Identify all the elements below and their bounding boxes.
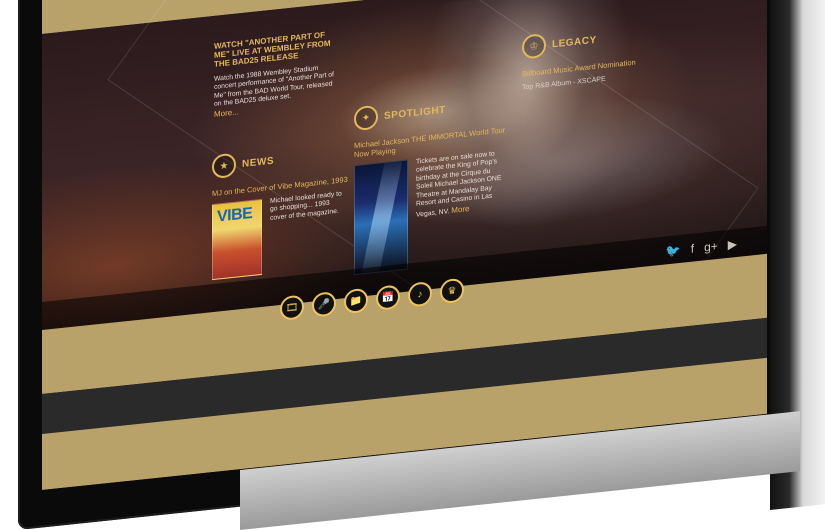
calendar-icon[interactable]: 📅 bbox=[376, 284, 400, 311]
news-icon: ★ bbox=[212, 152, 236, 180]
poster-light-beam bbox=[361, 161, 403, 274]
legacy-label[interactable]: LEGACY bbox=[552, 34, 597, 50]
music-note-icon[interactable]: ♪ bbox=[408, 281, 432, 308]
google-plus-icon[interactable]: g+ bbox=[704, 239, 718, 254]
youtube-icon[interactable]: ▶ bbox=[728, 237, 737, 252]
film-icon[interactable]: 🎞 bbox=[280, 294, 304, 321]
legacy-icon: ♔ bbox=[522, 33, 546, 60]
crown-icon[interactable]: ♛ bbox=[440, 277, 464, 305]
spotlight-blurb: Tickets are on sale now to celebrate the… bbox=[416, 149, 506, 268]
news-label[interactable]: NEWS bbox=[242, 155, 274, 169]
magazine-title: VIBE bbox=[217, 204, 253, 226]
spotlight-more-link[interactable]: More bbox=[451, 204, 469, 215]
microphone-icon[interactable]: 🎤 bbox=[312, 291, 336, 318]
spotlight-label[interactable]: SPOTLIGHT bbox=[384, 104, 446, 121]
twitter-icon[interactable]: 🐦 bbox=[666, 243, 681, 259]
news-content: VIBE Michael looked ready to go shopping… bbox=[212, 189, 352, 281]
spotlight-icon: ✦ bbox=[354, 104, 378, 132]
website-screen: WATCH "ANOTHER PART OF ME" LIVE AT WEMBL… bbox=[42, 0, 767, 490]
spotlight-section: ✦ SPOTLIGHT Michael Jackson THE IMMORTAL… bbox=[354, 90, 514, 276]
news-blurb: Michael looked ready to go shopping... 1… bbox=[270, 190, 342, 223]
news-section: ★ NEWS MJ on the Cover of Vibe Magazine,… bbox=[212, 140, 352, 281]
magazine-cover-image[interactable]: VIBE bbox=[212, 198, 262, 281]
tour-poster-image[interactable] bbox=[354, 159, 408, 276]
watch-feature: WATCH "ANOTHER PART OF ME" LIVE AT WEMBL… bbox=[214, 29, 339, 118]
facebook-icon[interactable]: f bbox=[691, 241, 694, 255]
folder-icon[interactable]: 📁 bbox=[344, 287, 368, 315]
